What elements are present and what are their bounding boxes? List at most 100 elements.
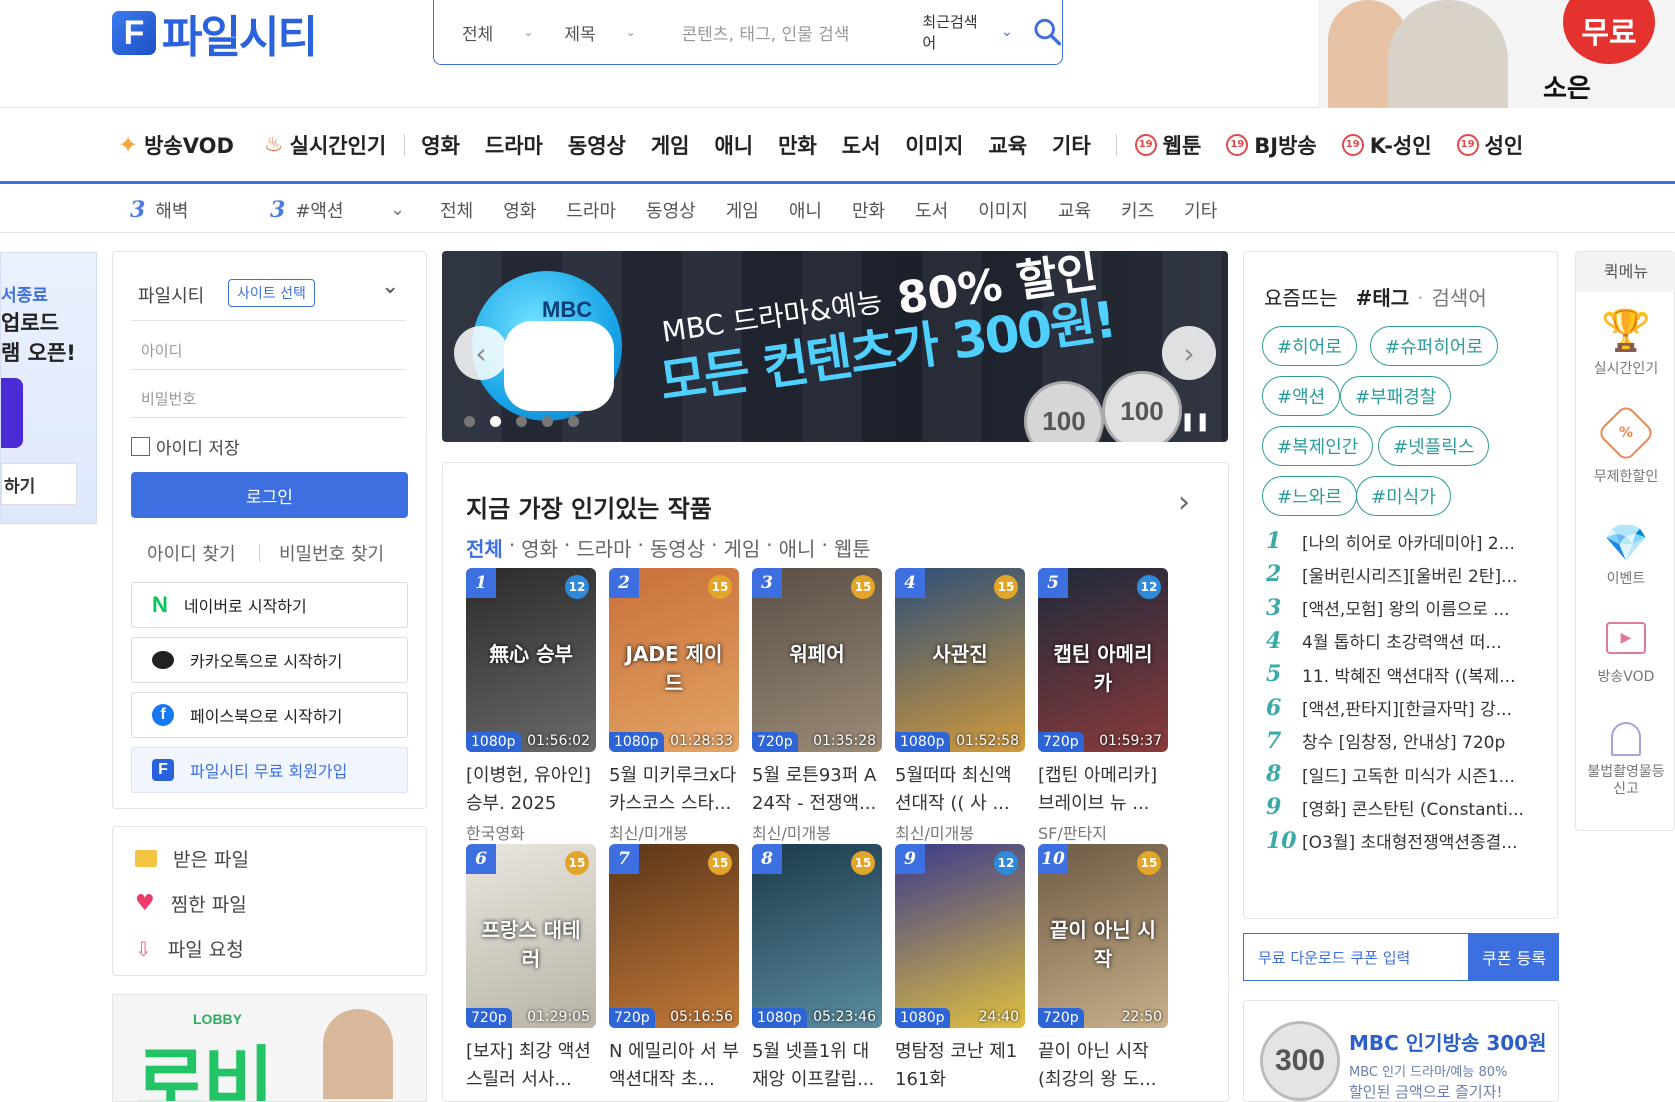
trending-item[interactable]: 3 [액션,모험] 왕의 이름으로 ... [1266,595,1546,621]
nav-item-image[interactable]: 이미지 [905,130,963,160]
rolling-rank-1[interactable]: 3 해벽 [130,197,270,223]
content-title[interactable]: 명탐정 코난 제1 161화 [895,1038,1025,1094]
quick-realtime[interactable]: 🏆 실시간인기 [1576,307,1675,378]
quick-vod[interactable]: ▶ 방송VOD [1576,622,1675,686]
content-card[interactable]: 9 12 1080p 24:40 명탐정 코난 제1 161화 [895,844,1025,1096]
content-title[interactable]: 5월 넷플1위 대 재앙 이프칼립... [752,1038,882,1094]
content-thumbnail[interactable]: 사관진 4 15 1080p 01:52:58 [895,568,1025,752]
chevron-down-icon[interactable]: ⌄ [390,199,405,220]
tag-chip[interactable]: #액션 [1262,376,1341,416]
content-card[interactable]: 8 15 1080p 05:23:46 5월 넷플1위 대 재앙 이프칼립... [752,844,882,1096]
content-thumbnail[interactable]: 7 15 720p 05:16:56 [609,844,739,1028]
nav-item-vod[interactable]: ✦ 방송VOD [118,130,234,160]
page-dot[interactable] [542,416,553,427]
content-thumbnail[interactable]: 프랑스 대테러 6 15 720p 01:29:05 [466,844,596,1028]
checkbox[interactable] [131,437,150,456]
lobby-ad-banner[interactable]: LOBBY 로비 [112,994,427,1102]
nav-item-webtoon[interactable]: 19 웹툰 [1134,130,1201,160]
content-title[interactable]: 5월떠따 최신액 션대작 (( 사 ... [895,762,1025,818]
page-dot-active[interactable] [490,416,501,427]
content-thumbnail[interactable]: 끝이 아닌 시작 10 15 720p 22:50 [1038,844,1168,1028]
received-files-link[interactable]: 받은 파일 [135,845,249,872]
content-card[interactable]: 프랑스 대테러 6 15 720p 01:29:05 [보자] 최강 액션 스릴러 서사.… [466,844,596,1096]
subnav-item[interactable]: 도서 [915,197,948,223]
banner-next-button[interactable]: › [1162,326,1216,380]
login-button[interactable]: 로그인 [131,472,408,518]
nav-item-etc[interactable]: 기타 [1052,130,1091,160]
tag-chip[interactable]: #부패경찰 [1340,376,1452,416]
pause-icon[interactable]: ❚❚ [1180,411,1210,432]
file-request-link[interactable]: ⇩ 파일 요청 [135,935,244,962]
side-promo-banner[interactable]: 서종료 업로드 램 오픈! 하기 [0,252,97,524]
content-thumbnail[interactable]: 워페어 3 15 720p 01:35:28 [752,568,882,752]
tab-webtoon[interactable]: 웹툰 [834,533,871,562]
tag-chip[interactable]: #슈퍼히어로 [1370,326,1498,366]
password-input[interactable]: 비밀번호 [131,370,406,418]
kakao-login-button[interactable]: 카카오톡으로 시작하기 [131,637,408,683]
recent-search-toggle[interactable]: 최근검색어 ⌄ [922,11,1012,53]
nav-item-edu[interactable]: 교육 [988,130,1027,160]
chevron-down-icon[interactable]: ⌄ [381,274,399,299]
scope-select[interactable]: 전체 ⌄ [462,20,564,45]
tab-video[interactable]: 동영상 [650,533,705,562]
content-card[interactable]: 끝이 아닌 시작 10 15 720p 22:50 끝이 아닌 시작 (최강의 왕 도..… [1038,844,1168,1096]
nav-item-drama[interactable]: 드라마 [485,130,543,160]
tab-anime[interactable]: 애니 [779,533,816,562]
wished-files-link[interactable]: ♥ 찜한 파일 [135,890,247,917]
content-card[interactable]: JADE 제이드 2 15 1080p 01:28:33 5월 미키루크x다 카스코스 스… [609,568,739,844]
tab-drama[interactable]: 드라마 [576,533,631,562]
quick-discount[interactable]: % 무제한할인 [1576,403,1675,486]
content-card[interactable]: 워페어 3 15 720p 01:35:28 5월 로튼93퍼 A 24작 - 전쟁액..… [752,568,882,844]
quick-report[interactable]: 불법촬영물등신고 [1576,722,1675,798]
find-id-link[interactable]: 아이디 찾기 [147,540,236,566]
nav-item-comic[interactable]: 만화 [778,130,817,160]
tab-movie[interactable]: 영화 [521,533,558,562]
find-password-link[interactable]: 비밀번호 찾기 [279,540,384,566]
tab-all[interactable]: 전체 [466,533,503,562]
tab-game[interactable]: 게임 [723,533,760,562]
content-thumbnail[interactable]: 캡틴 아메리카 5 12 720p 01:59:37 [1038,568,1168,752]
subnav-item[interactable]: 동영상 [646,197,696,223]
subnav-item[interactable]: 키즈 [1121,197,1154,223]
subnav-item[interactable]: 전체 [440,197,473,223]
id-input[interactable]: 아이디 [131,322,406,370]
tag-chip[interactable]: #미식가 [1356,476,1451,516]
nav-item-movie[interactable]: 영화 [421,130,460,160]
nav-item-anime[interactable]: 애니 [714,130,753,160]
nav-item-bj[interactable]: 19 BJ방송 [1226,130,1317,160]
facebook-login-button[interactable]: f 페이스북으로 시작하기 [131,692,408,738]
content-title[interactable]: 5월 미키루크x다 카스코스 스타... [609,762,739,818]
page-dot[interactable] [516,416,527,427]
site-select-button[interactable]: 사이트 선택 [228,279,315,307]
tab-tag[interactable]: #태그 [1356,282,1410,311]
subnav-item[interactable]: 애니 [789,197,822,223]
banner-prev-button[interactable]: ‹ [454,326,508,380]
nav-item-adult[interactable]: 19 성인 [1456,130,1523,160]
promo-button[interactable]: 하기 [1,463,77,505]
content-card[interactable]: 사관진 4 15 1080p 01:52:58 5월떠따 최신액 션대작 (( 사 ...… [895,568,1025,844]
site-logo[interactable]: F 파일시티 [112,10,318,63]
subnav-item[interactable]: 교육 [1058,197,1091,223]
subnav-item[interactable]: 게임 [726,197,759,223]
trending-item[interactable]: 6 [액션,판타지][한글자막] 강... [1266,695,1546,721]
content-title[interactable]: [보자] 최강 액션 스릴러 서사... [466,1038,596,1094]
trending-item[interactable]: 7 창수 [임창정, 안내상] 720p [1266,728,1546,754]
subnav-item[interactable]: 영화 [503,197,536,223]
search-icon[interactable] [1033,17,1062,47]
coupon-register-button[interactable]: 쿠폰 등록 [1469,933,1559,981]
content-title[interactable]: [이병헌, 유아인] 승부. 2025 (실... [466,762,596,818]
content-card[interactable]: 캡틴 아메리카 5 12 720p 01:59:37 [캡틴 아메리카] 브레이브 뉴 .… [1038,568,1168,844]
subnav-item[interactable]: 만화 [852,197,885,223]
subnav-item[interactable]: 이미지 [978,197,1028,223]
page-dot[interactable] [568,416,579,427]
nav-item-video[interactable]: 동영상 [568,130,626,160]
subnav-item[interactable]: 기타 [1184,197,1217,223]
trending-item[interactable]: 4 4월 톱하디 초강력액션 떠... [1266,628,1546,654]
tag-chip[interactable]: #넷플릭스 [1378,426,1490,466]
content-thumbnail[interactable]: 8 15 1080p 05:23:46 [752,844,882,1028]
content-title[interactable]: 끝이 아닌 시작 (최강의 왕 도... [1038,1038,1168,1094]
tab-keyword[interactable]: 검색어 [1432,282,1487,311]
nav-item-game[interactable]: 게임 [651,130,690,160]
coupon-input[interactable]: 무료 다운로드 쿠폰 입력 [1243,933,1469,981]
content-title[interactable]: 5월 로튼93퍼 A 24작 - 전쟁액... [752,762,882,818]
